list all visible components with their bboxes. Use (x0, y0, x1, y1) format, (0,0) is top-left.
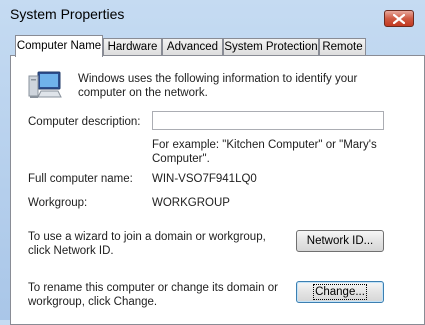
computer-description-input[interactable] (152, 111, 384, 130)
workgroup-value: WORKGROUP (152, 197, 230, 209)
network-id-text: To use a wizard to join a domain or work… (28, 231, 266, 257)
change-button[interactable]: Change... (296, 281, 384, 303)
tab-hardware[interactable]: Hardware (103, 38, 162, 56)
close-button[interactable] (384, 10, 414, 27)
description-hint: For example: "Kitchen Computer" or "Mary… (152, 139, 377, 165)
change-text: To rename this computer or change its do… (28, 282, 278, 308)
tab-system-protection[interactable]: System Protection (223, 38, 319, 56)
title-bar: System Properties (0, 0, 425, 30)
computer-icon (28, 71, 62, 98)
close-icon (393, 14, 405, 24)
workgroup-label: Workgroup: (28, 197, 88, 209)
computer-description-label: Computer description: (28, 116, 141, 128)
window-title: System Properties (10, 6, 125, 22)
network-id-button[interactable]: Network ID... (296, 230, 384, 252)
full-computer-name-value: WIN-VSO7F941LQ0 (152, 173, 257, 185)
intro-text: Windows uses the following information t… (78, 73, 358, 99)
tab-advanced[interactable]: Advanced (162, 38, 223, 56)
full-computer-name-label: Full computer name: (28, 173, 133, 185)
tab-computer-name[interactable]: Computer Name (15, 35, 103, 57)
tab-remote[interactable]: Remote (319, 38, 366, 56)
